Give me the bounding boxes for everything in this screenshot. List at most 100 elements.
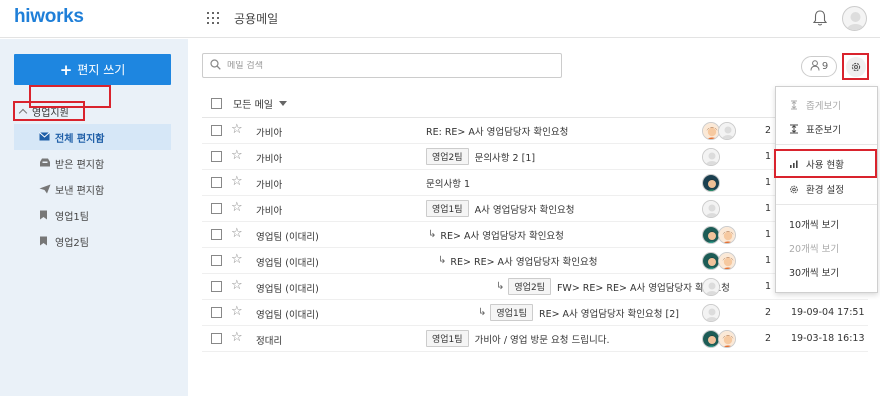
folder-tag: 영업1팀 <box>490 304 533 321</box>
mail-subject-cell[interactable]: ↳ 영업2팀 FW> RE> RE> A사 영업담당자 확인요청 <box>496 278 730 295</box>
sidebar-item-sales1[interactable]: 영업1팀 <box>14 202 171 228</box>
menu-item-compact-view[interactable]: 좁게보기 <box>776 94 877 116</box>
menu-item-standard-view[interactable]: 표준보기 <box>776 118 877 140</box>
caret-down-icon[interactable] <box>278 101 287 106</box>
sidebar-item-sent[interactable]: 보낸 편지함 <box>14 176 171 202</box>
apps-grid-icon[interactable] <box>207 12 219 24</box>
menu-item-30-per-page[interactable]: 30개씩 보기 <box>776 261 877 283</box>
mail-sender: 영업팀 (이대리) <box>256 310 319 321</box>
menu-item-label: 표준보기 <box>806 125 841 136</box>
row-checkbox[interactable] <box>211 229 222 240</box>
menu-item-10-per-page[interactable]: 10개씩 보기 <box>776 213 877 235</box>
mail-subject: RE> A사 영업담당자 확인요청 <box>440 230 564 242</box>
avatar <box>718 122 736 140</box>
bookmark-icon <box>39 236 48 249</box>
avatar <box>702 278 720 296</box>
top-header: hiworks 공용메일 <box>0 0 880 38</box>
star-icon[interactable]: ☆ <box>231 227 243 240</box>
avatar <box>702 148 720 166</box>
avatar <box>702 174 720 192</box>
sidebar-item-label: 전체 편지함 <box>55 133 105 145</box>
menu-item-20-per-page[interactable]: 20개씩 보기 <box>776 237 877 259</box>
row-checkbox[interactable] <box>211 125 222 136</box>
row-checkbox[interactable] <box>211 281 222 292</box>
mail-filter-dropdown[interactable]: 모든 메일 <box>233 96 273 111</box>
star-icon[interactable]: ☆ <box>231 175 243 188</box>
mail-count: 2 <box>765 125 772 136</box>
select-all-checkbox[interactable] <box>211 98 222 109</box>
row-checkbox[interactable] <box>211 333 222 344</box>
row-checkbox[interactable] <box>211 255 222 266</box>
star-icon[interactable]: ☆ <box>231 253 243 266</box>
row-checkbox[interactable] <box>211 307 222 318</box>
mail-date: 19-03-18 16:13 <box>791 333 865 344</box>
sidebar-item-sales2[interactable]: 영업2팀 <box>14 228 171 254</box>
standard-view-icon <box>789 124 799 134</box>
sidebar-item-all-mail[interactable]: 전체 편지함 <box>14 124 171 150</box>
shared-users-button[interactable]: 9 <box>801 56 837 77</box>
hiworks-logo[interactable]: hiworks <box>14 6 84 28</box>
highlight-box <box>774 149 877 178</box>
menu-item-settings[interactable]: 환경 설정 <box>776 178 877 200</box>
participant-avatars <box>702 122 736 140</box>
mail-subject-cell[interactable]: 문의사항 1 <box>426 174 470 191</box>
participant-avatars <box>702 200 720 218</box>
bookmark-icon <box>39 210 48 223</box>
star-icon[interactable]: ☆ <box>231 279 243 292</box>
row-checkbox[interactable] <box>211 203 222 214</box>
star-icon[interactable]: ☆ <box>231 331 243 344</box>
mail-subject-cell[interactable]: ↳ RE> A사 영업담당자 확인요청 <box>428 226 564 243</box>
star-icon[interactable]: ☆ <box>231 201 243 214</box>
menu-item-label: 30개씩 보기 <box>789 268 840 279</box>
mail-subject-cell[interactable]: ↳ 영업1팀 RE> A사 영업담당자 확인요청 [2] <box>478 304 679 321</box>
menu-item-label: 좁게보기 <box>806 101 841 112</box>
person-icon <box>810 59 820 74</box>
mail-sender: 가비아 <box>256 180 283 191</box>
mail-count: 1 <box>765 177 772 188</box>
search-box[interactable] <box>202 53 562 78</box>
search-icon <box>210 58 221 73</box>
mail-subject-cell[interactable]: 영업2팀 문의사항 2 [1] <box>426 148 535 165</box>
mail-row[interactable]: ☆ 영업팀 (이대리) ↳ 영업2팀 FW> RE> RE> A사 영업담당자 확인요청… <box>202 274 868 300</box>
menu-divider <box>776 204 877 205</box>
star-icon[interactable]: ☆ <box>231 305 243 318</box>
search-input[interactable] <box>227 60 547 71</box>
compose-button[interactable]: + 편지 쓰기 <box>14 54 171 85</box>
mail-row[interactable]: ☆ 영업팀 (이대리) ↳ 영업1팀 RE> A사 영업담당자 확인요청 [2] 2 19-… <box>202 300 868 326</box>
mail-subject-cell[interactable]: ↳ RE> RE> A사 영업담당자 확인요청 <box>438 252 598 269</box>
sidebar-item-label: 영업2팀 <box>55 237 89 249</box>
avatar <box>702 304 720 322</box>
mail-row[interactable]: ☆ 정대리 영업1팀 가비아 / 영업 방문 요청 드립니다. 2 19-03-18 16… <box>202 326 868 352</box>
mail-row[interactable]: ☆ 영업팀 (이대리) ↳ RE> RE> A사 영업담당자 확인요청 1 <box>202 248 868 274</box>
star-icon[interactable]: ☆ <box>231 149 243 162</box>
mail-sender: 가비아 <box>256 206 283 217</box>
mail-subject: RE> RE> A사 영업담당자 확인요청 <box>450 256 598 268</box>
sidebar-item-inbox[interactable]: 받은 편지함 <box>14 150 171 176</box>
mail-subject-cell[interactable]: 영업1팀 가비아 / 영업 방문 요청 드립니다. <box>426 330 610 347</box>
mail-date: 19-09-04 17:51 <box>791 307 865 318</box>
compose-label: 편지 쓰기 <box>77 63 126 77</box>
mail-row[interactable]: ☆ 가비아 RE: RE> A사 영업담당자 확인요청 2 <box>202 118 868 144</box>
mail-row[interactable]: ☆ 가비아 영업1팀 A사 영업담당자 확인요청 1 <box>202 196 868 222</box>
mail-subject-cell[interactable]: RE: RE> A사 영업담당자 확인요청 <box>426 122 568 139</box>
avatar <box>718 252 736 270</box>
notification-bell-icon[interactable] <box>812 9 828 30</box>
participant-avatars <box>702 148 720 166</box>
chevron-up-icon <box>18 108 28 117</box>
list-header: 모든 메일 <box>211 96 287 111</box>
settings-button[interactable] <box>842 53 869 80</box>
settings-dropdown-menu: 좁게보기 표준보기 사용 현황 환경 설정 10개씩 보기 20개씩 보기 30… <box>775 86 878 293</box>
plus-icon: + <box>59 60 73 79</box>
mail-row[interactable]: ☆ 가비아 문의사항 1 1 <box>202 170 868 196</box>
row-checkbox[interactable] <box>211 151 222 162</box>
row-checkbox[interactable] <box>211 177 222 188</box>
participant-avatars <box>702 330 736 348</box>
star-icon[interactable]: ☆ <box>231 123 243 136</box>
menu-item-label: 20개씩 보기 <box>789 244 840 255</box>
user-avatar[interactable] <box>842 6 867 31</box>
mail-subject-cell[interactable]: 영업1팀 A사 영업담당자 확인요청 <box>426 200 575 217</box>
folder-tag: 영업1팀 <box>426 330 469 347</box>
mail-row[interactable]: ☆ 영업팀 (이대리) ↳ RE> A사 영업담당자 확인요청 1 <box>202 222 868 248</box>
mail-row[interactable]: ☆ 가비아 영업2팀 문의사항 2 [1] 1 <box>202 144 868 170</box>
sidebar-item-label: 받은 편지함 <box>55 159 105 171</box>
